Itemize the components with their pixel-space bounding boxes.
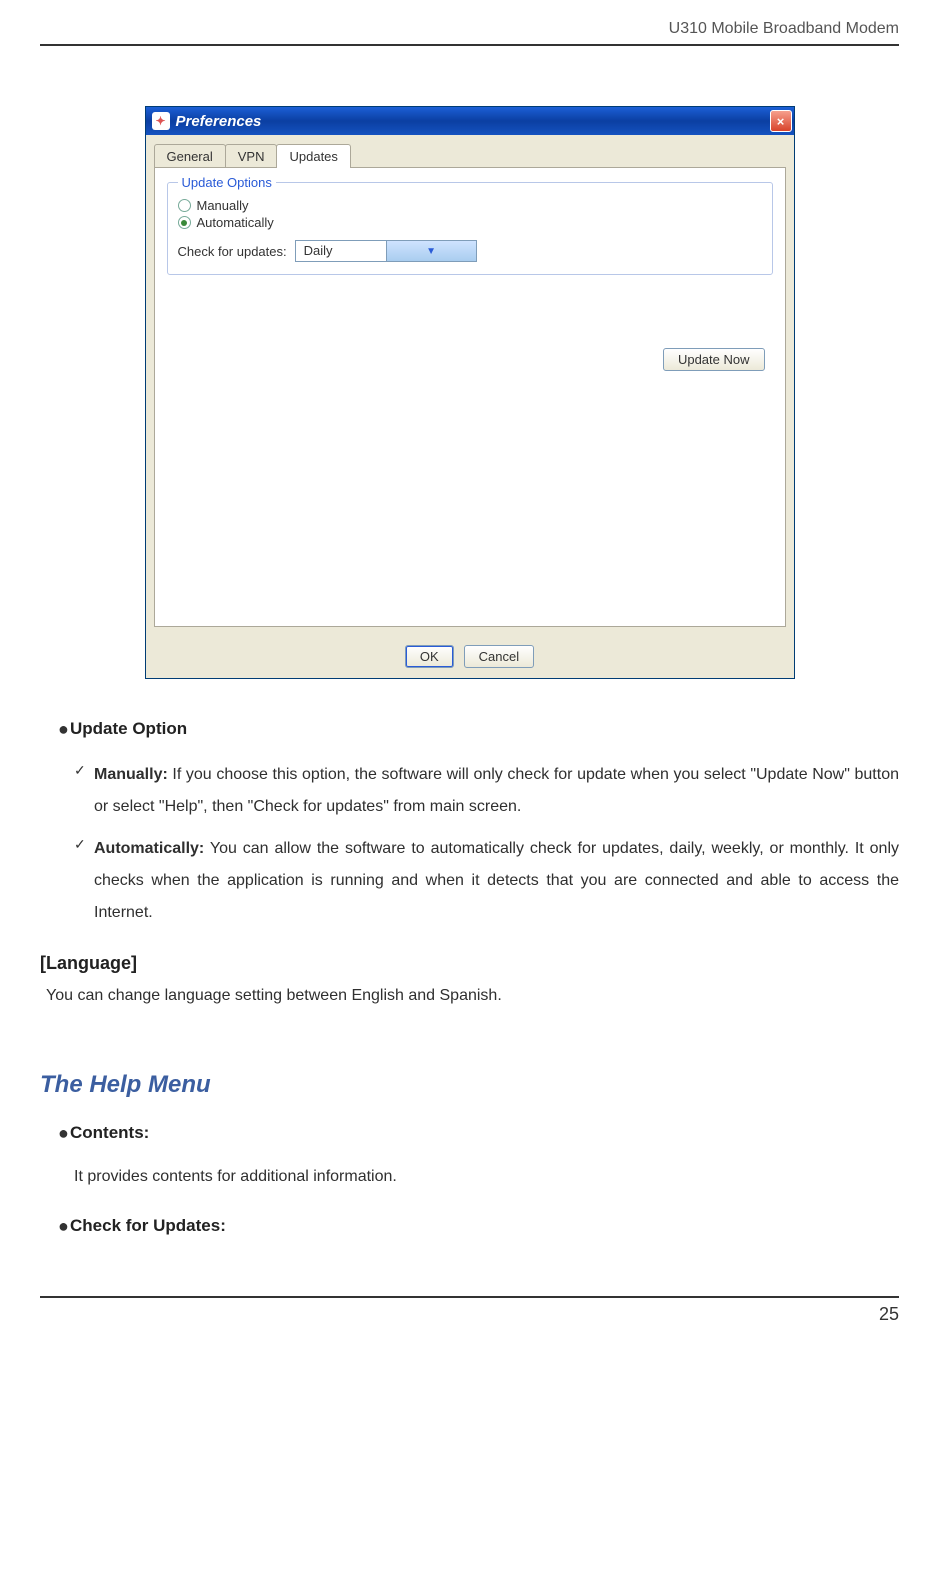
bullet-icon: ● [58,719,70,739]
chevron-down-icon: ▼ [386,241,476,261]
window-title: Preferences [176,113,770,130]
check-list: ✓ Manually: If you choose this option, t… [74,759,899,929]
contents-text: It provides contents for additional info… [74,1163,899,1192]
bullet-title: Update Option [70,719,899,739]
manually-label: Manually: [94,766,168,783]
radio-manually-label: Manually [197,198,249,213]
combo-value: Daily [296,241,386,261]
preferences-window: ✦ Preferences × General VPN Updates [145,106,795,679]
check-text: Manually: If you choose this option, the… [94,759,899,823]
frequency-combo[interactable]: Daily ▼ [295,240,477,262]
bullet-list: ● Check for Updates: [58,1216,899,1236]
check-item-automatically: ✓ Automatically: You can allow the softw… [74,833,899,929]
radio-manually-row[interactable]: Manually [178,198,762,213]
update-now-button[interactable]: Update Now [663,348,765,371]
figure-wrap: ✦ Preferences × General VPN Updates [40,106,899,679]
tab-label: VPN [238,149,265,164]
button-label: Update Now [678,352,750,367]
close-button[interactable]: × [770,110,792,132]
document-page: U310 Mobile Broadband Modem ✦ Preference… [0,0,939,1365]
bullet-title: Check for Updates: [70,1216,899,1236]
group-legend: Update Options [178,175,276,190]
app-icon: ✦ [152,112,170,130]
check-frequency-row: Check for updates: Daily ▼ [178,240,762,262]
check-item-manually: ✓ Manually: If you choose this option, t… [74,759,899,823]
window-titlebar[interactable]: ✦ Preferences × [146,107,794,135]
button-label: OK [420,649,439,664]
bullet-list: ● Contents: [58,1123,899,1143]
bullet-contents: ● Contents: [58,1123,899,1143]
radio-automatically-row[interactable]: Automatically [178,215,762,230]
help-menu-heading: The Help Menu [40,1071,899,1099]
dialog-button-row: OK Cancel [146,635,794,678]
radio-manually[interactable] [178,199,191,212]
manually-desc: If you choose this option, the software … [94,766,899,815]
radio-automatically[interactable] [178,216,191,229]
check-text: Automatically: You can allow the softwar… [94,833,899,929]
page-number: 25 [879,1304,899,1324]
tab-panel-updates: Update Options Manually Automatically [154,167,786,627]
radio-automatically-label: Automatically [197,215,274,230]
check-frequency-label: Check for updates: [178,244,287,259]
checkmark-icon: ✓ [74,759,94,823]
checkmark-icon: ✓ [74,833,94,929]
group-inner: Manually Automatically Check for updates… [178,198,762,262]
window-client: General VPN Updates Update Options [146,135,794,635]
page-header: U310 Mobile Broadband Modem [40,20,899,46]
page-footer: 25 [40,1296,899,1325]
language-text: You can change language setting between … [46,982,899,1011]
tab-general[interactable]: General [154,144,226,168]
tab-strip: General VPN Updates [154,143,786,167]
automatically-label: Automatically: [94,840,204,857]
bullet-title: Contents: [70,1123,899,1143]
update-options-group: Update Options Manually Automatically [167,182,773,275]
tab-vpn[interactable]: VPN [225,144,278,168]
product-title: U310 Mobile Broadband Modem [669,20,899,37]
cancel-button[interactable]: Cancel [464,645,534,668]
tab-label: Updates [289,149,337,164]
bullet-update-option: ● Update Option [58,719,899,739]
bullet-icon: ● [58,1123,70,1143]
bullet-list: ● Update Option [58,719,899,739]
close-icon: × [777,114,785,129]
bullet-check-updates: ● Check for Updates: [58,1216,899,1236]
tab-label: General [167,149,213,164]
language-heading: [Language] [40,953,899,974]
automatically-desc: You can allow the software to automatica… [94,840,899,921]
ok-button[interactable]: OK [405,645,454,668]
bullet-icon: ● [58,1216,70,1236]
button-label: Cancel [479,649,519,664]
tab-updates[interactable]: Updates [276,144,350,168]
